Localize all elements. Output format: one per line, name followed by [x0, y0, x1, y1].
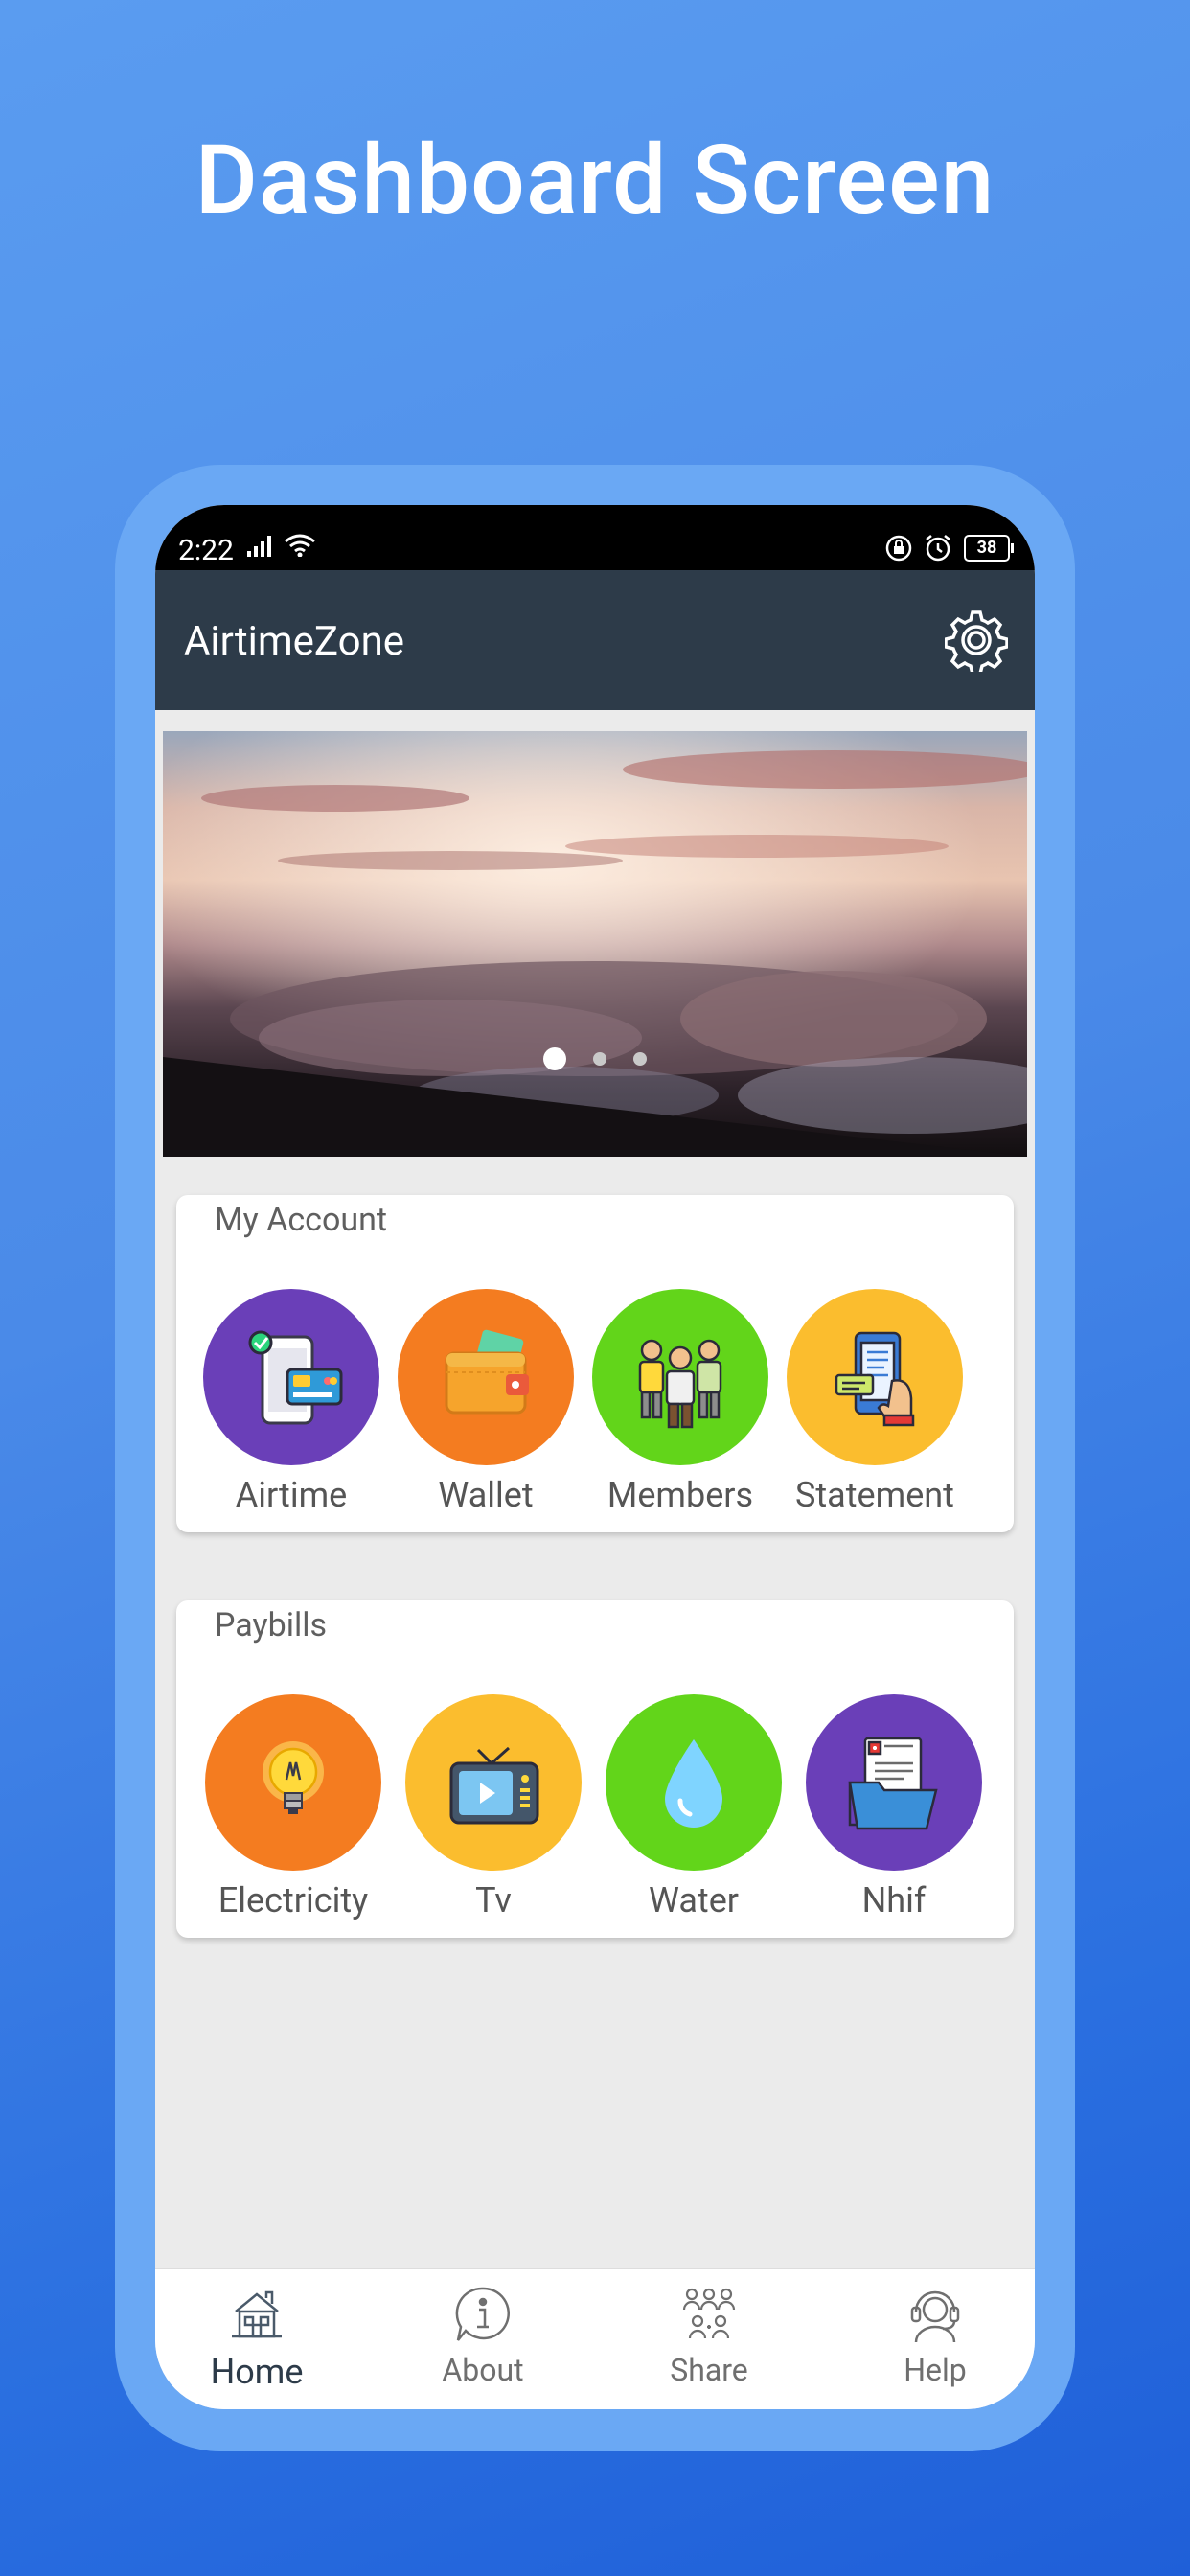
share-people-icon [682, 2288, 736, 2339]
airtime-tile[interactable]: Airtime [195, 1289, 387, 1515]
statement-icon [835, 1331, 915, 1427]
my-account-card: My Account Airtime Wallet Members Statem… [176, 1195, 1014, 1532]
phone-frame: 2:22 38 AirtimeZone My Account Airtime W… [115, 465, 1075, 2451]
wallet-label: Wallet [438, 1475, 534, 1515]
tv-tile[interactable]: Tv [398, 1694, 589, 1920]
carousel-dot-3[interactable] [633, 1052, 647, 1066]
nav-help[interactable]: Help [858, 2285, 1012, 2388]
nav-share-label: Share [670, 2352, 748, 2388]
nav-about-label: About [442, 2352, 524, 2388]
signal-icon [247, 536, 271, 557]
sunset-clouds-image [163, 731, 1027, 1157]
headset-icon [910, 2290, 960, 2343]
lightbulb-icon [263, 1741, 324, 1814]
medical-folder-icon [848, 1736, 938, 1830]
status-bar: 2:22 38 [155, 505, 1035, 570]
statement-label: Statement [795, 1475, 954, 1515]
carousel-indicator [163, 1047, 1027, 1070]
carousel-dot-1[interactable] [543, 1047, 566, 1070]
wifi-icon [285, 534, 315, 557]
statement-tile[interactable]: Statement [779, 1289, 971, 1515]
nav-home[interactable]: Home [180, 2285, 333, 2392]
nav-home-label: Home [210, 2352, 304, 2392]
status-time: 2:22 [178, 534, 234, 567]
electricity-tile[interactable]: Electricity [197, 1694, 389, 1920]
info-icon [455, 2287, 510, 2341]
electricity-label: Electricity [217, 1880, 369, 1920]
lock-rotation-icon [885, 535, 912, 562]
home-icon [232, 2290, 282, 2338]
wallet-tile[interactable]: Wallet [390, 1289, 582, 1515]
nhif-label: Nhif [861, 1880, 927, 1920]
paybills-title: Paybills [215, 1606, 328, 1644]
app-title: AirtimeZone [184, 618, 405, 665]
members-tile[interactable]: Members [584, 1289, 776, 1515]
carousel-dot-2[interactable] [593, 1052, 606, 1066]
water-drop-icon [665, 1739, 722, 1828]
water-tile[interactable]: Water [598, 1694, 790, 1920]
paybills-card: Paybills Electricity Tv Water Nhif [176, 1600, 1014, 1938]
my-account-title: My Account [215, 1201, 388, 1239]
battery-indicator: 38 [964, 535, 1014, 562]
app-bar: AirtimeZone [155, 570, 1035, 710]
settings-gear-icon[interactable] [945, 609, 1008, 672]
water-label: Water [648, 1880, 739, 1920]
members-icon [638, 1339, 722, 1429]
page-headline: Dashboard Screen [195, 125, 995, 237]
nav-share[interactable]: Share [632, 2285, 786, 2388]
nav-about[interactable]: About [406, 2285, 560, 2388]
alarm-icon [926, 535, 950, 562]
tv-icon [449, 1746, 539, 1825]
nav-help-label: Help [904, 2352, 967, 2388]
bottom-navigation: Home About Share Help [155, 2268, 1035, 2409]
airtime-label: Airtime [235, 1475, 348, 1515]
phone-screen: 2:22 38 AirtimeZone My Account Airtime W… [155, 505, 1035, 2409]
phone-card-icon [248, 1330, 343, 1425]
banner-carousel[interactable] [163, 731, 1027, 1157]
nhif-tile[interactable]: Nhif [798, 1694, 990, 1920]
tv-label: Tv [475, 1880, 512, 1920]
wallet-icon [445, 1329, 529, 1414]
members-label: Members [606, 1475, 754, 1515]
